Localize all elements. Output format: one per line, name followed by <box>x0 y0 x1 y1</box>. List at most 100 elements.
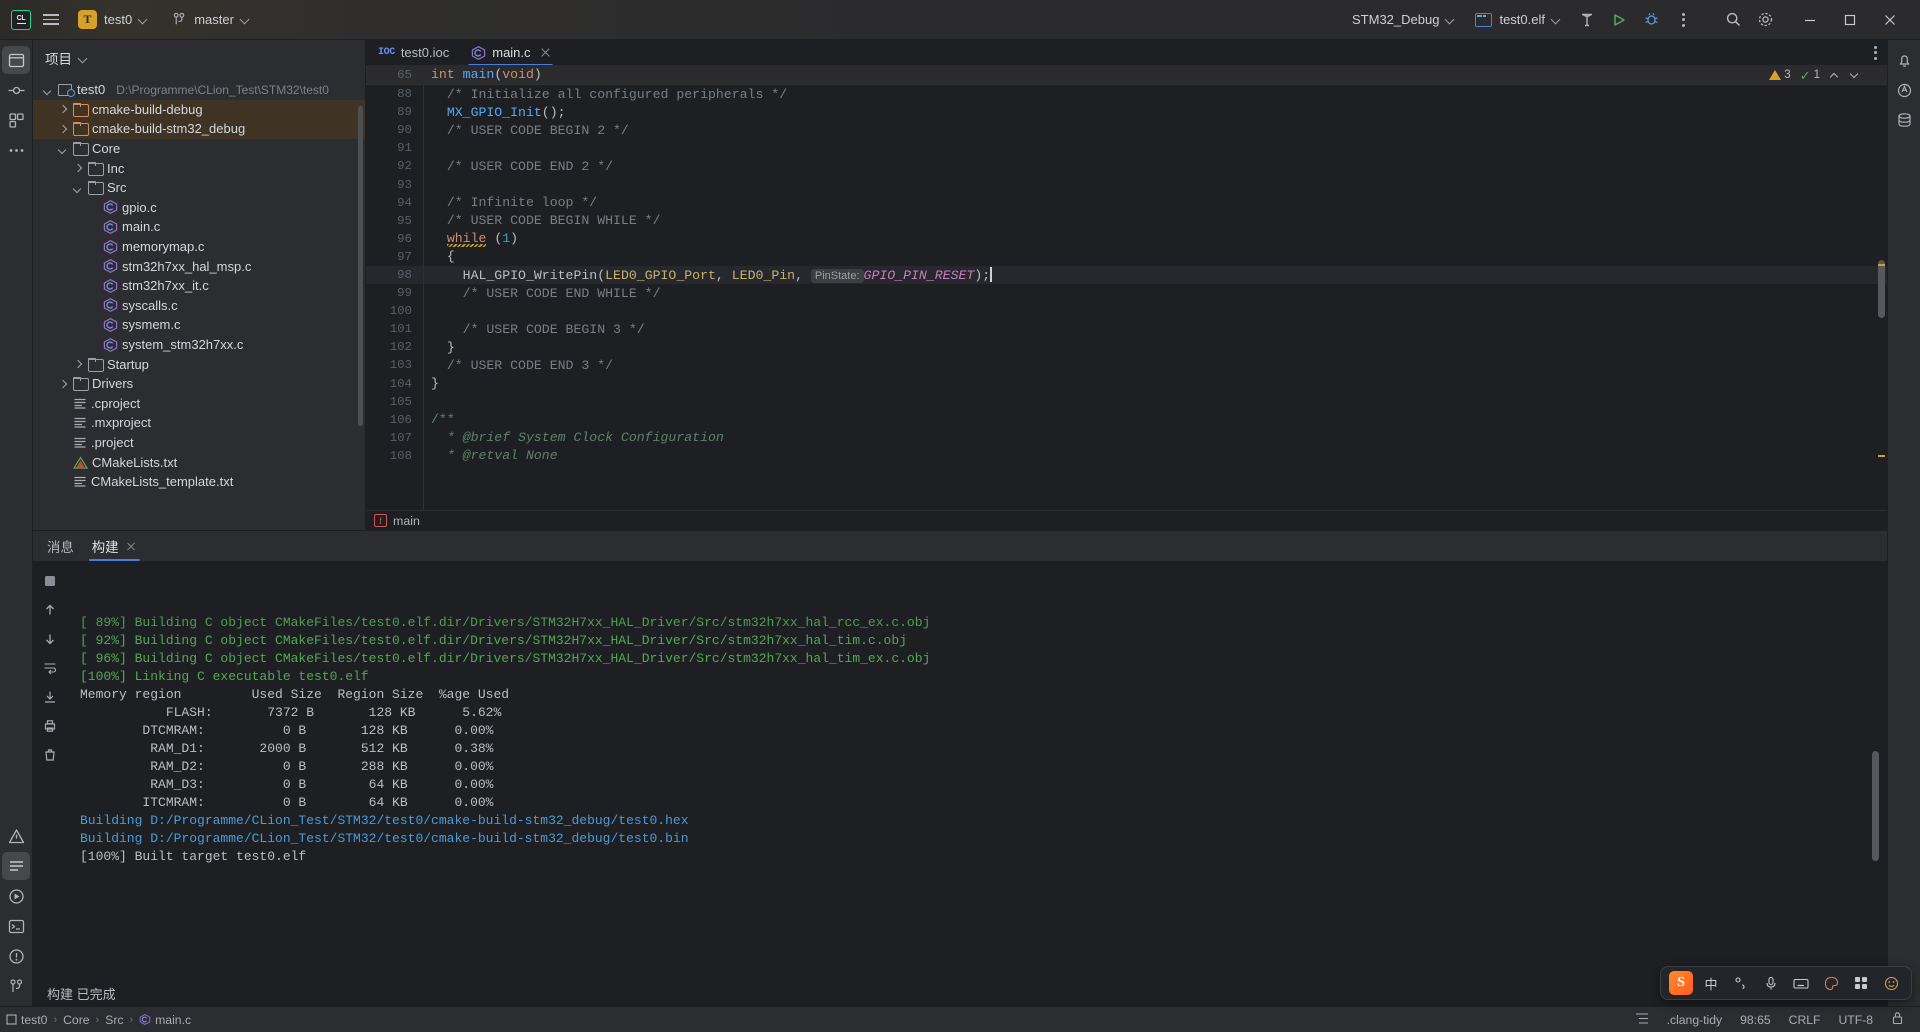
status-line-separator[interactable]: CRLF <box>1783 1011 1827 1029</box>
code-line[interactable]: 101 /* USER CODE BEGIN 3 */ <box>366 320 1887 338</box>
check-count-group[interactable]: ✓ 1 <box>1800 69 1820 82</box>
console-scrollbar-thumb[interactable] <box>1872 751 1879 861</box>
tree-item[interactable]: Drivers <box>33 374 365 394</box>
previous-occurrence-icon[interactable] <box>38 598 62 622</box>
more-tool-windows-icon[interactable] <box>2 136 30 164</box>
build-tool-icon[interactable] <box>2 852 30 880</box>
code-line[interactable]: 98 HAL_GPIO_WritePin(LED0_GPIO_Port, LED… <box>366 265 1887 285</box>
status-indent-icon[interactable] <box>1629 1010 1655 1030</box>
main-menu-icon[interactable] <box>36 5 66 35</box>
commit-tool-icon[interactable] <box>2 76 30 104</box>
tree-item[interactable]: gpio.c <box>33 198 365 218</box>
tree-item[interactable]: Startup <box>33 354 365 374</box>
version-control-tool-icon[interactable] <box>2 972 30 1000</box>
run-tool-icon[interactable] <box>2 882 30 910</box>
chevron-right-icon[interactable] <box>71 162 84 175</box>
build-target-selector[interactable]: test0.elf <box>1466 8 1570 31</box>
editor-tab-test0-ioc[interactable]: IOC test0.ioc <box>366 40 459 65</box>
tree-item[interactable]: cmake-build-debug <box>33 99 365 120</box>
ime-smiley-icon[interactable] <box>1877 970 1905 996</box>
tree-item[interactable]: .mxproject <box>33 413 365 433</box>
tree-item[interactable]: Inc <box>33 158 365 178</box>
warning-count-group[interactable]: 3 <box>1769 69 1791 81</box>
chevron-down-icon[interactable] <box>71 181 84 194</box>
code-line[interactable]: 103 /* USER CODE END 3 */ <box>366 356 1887 374</box>
window-minimize-button[interactable] <box>1790 2 1830 38</box>
tree-item[interactable]: .project <box>33 433 365 453</box>
status-breadcrumb-item[interactable]: main.c <box>139 1013 191 1027</box>
structure-tool-icon[interactable] <box>2 106 30 134</box>
chevron-right-icon[interactable] <box>71 358 84 371</box>
code-line[interactable]: 94 /* Infinite loop */ <box>366 194 1887 212</box>
code-line[interactable]: 104} <box>366 375 1887 393</box>
run-configuration-selector[interactable]: STM32_Debug <box>1343 8 1464 31</box>
chevron-right-icon[interactable] <box>56 103 69 116</box>
ime-palette-icon[interactable] <box>1817 970 1845 996</box>
ime-punctuation-icon[interactable] <box>1727 970 1755 996</box>
editor-warning-marker[interactable] <box>1878 455 1885 457</box>
code-editor[interactable]: 88 /* Initialize all configured peripher… <box>366 85 1887 510</box>
ai-assistant-icon[interactable] <box>1890 76 1918 104</box>
print-icon[interactable] <box>38 714 62 738</box>
status-breadcrumb[interactable]: test0 › Core › Src › main.c <box>6 1013 191 1027</box>
tree-item[interactable]: .cproject <box>33 394 365 414</box>
tree-item[interactable]: test0 D:\Programme\CLion_Test\STM32\test0 <box>33 80 365 100</box>
build-console-output[interactable]: [ 89%] Building C object CMakeFiles/test… <box>66 561 1887 980</box>
tree-item[interactable]: cmake-build-stm32_debug <box>33 119 365 139</box>
window-maximize-button[interactable] <box>1830 2 1870 38</box>
code-line[interactable]: 108 * @retval None <box>366 447 1887 465</box>
code-line[interactable]: 97 { <box>366 248 1887 266</box>
code-line[interactable]: 95 /* USER CODE BEGIN WHILE */ <box>366 212 1887 230</box>
tree-item[interactable]: Src <box>33 178 365 198</box>
code-line[interactable]: 105 <box>366 393 1887 411</box>
status-breadcrumb-item[interactable]: Core <box>63 1013 89 1027</box>
build-hammer-icon[interactable] <box>1572 5 1602 35</box>
code-line[interactable]: 100 <box>366 302 1887 320</box>
ime-keyboard-icon[interactable] <box>1787 970 1815 996</box>
ime-language-mode[interactable]: 中 <box>1697 970 1725 996</box>
tree-item[interactable]: stm32h7xx_hal_msp.c <box>33 256 365 276</box>
status-encoding[interactable]: UTF-8 <box>1832 1011 1879 1029</box>
search-icon[interactable] <box>1718 5 1748 35</box>
tree-item[interactable]: syscalls.c <box>33 296 365 316</box>
bottom-tab-build[interactable]: 构建 <box>88 531 140 561</box>
clear-all-icon[interactable] <box>38 743 62 767</box>
tree-item[interactable]: system_stm32h7xx.c <box>33 335 365 355</box>
project-selector[interactable]: T test0 <box>70 6 156 33</box>
tree-item[interactable]: memorymap.c <box>33 237 365 257</box>
close-icon[interactable] <box>539 46 552 59</box>
project-tool-icon[interactable] <box>2 46 30 74</box>
editor-warning-marker[interactable] <box>1878 264 1885 266</box>
problems-tool-icon[interactable] <box>2 822 30 850</box>
branch-selector[interactable]: master <box>164 8 258 31</box>
code-line[interactable]: 96 while (1) <box>366 230 1887 248</box>
notifications-bell-icon[interactable] <box>1890 46 1918 74</box>
run-icon[interactable] <box>1604 5 1634 35</box>
tree-item[interactable]: main.c <box>33 217 365 237</box>
project-panel-header[interactable]: 项目 <box>33 40 365 76</box>
code-line[interactable]: 99 /* USER CODE END WHILE */ <box>366 284 1887 302</box>
clion-logo-icon[interactable]: CL <box>6 5 36 35</box>
chevron-down-icon[interactable] <box>41 83 54 96</box>
chevron-right-icon[interactable] <box>56 122 69 135</box>
bottom-tab-messages[interactable]: 消息 <box>47 531 74 561</box>
code-line[interactable]: 93 <box>366 175 1887 193</box>
scroll-to-end-icon[interactable] <box>38 685 62 709</box>
project-panel-scrollbar[interactable] <box>358 106 363 426</box>
tree-item[interactable]: CMakeLists.txt <box>33 452 365 472</box>
tree-item[interactable]: CMakeLists_template.txt <box>33 472 365 492</box>
status-caret-position[interactable]: 98:65 <box>1734 1011 1777 1029</box>
debug-icon[interactable] <box>1636 5 1666 35</box>
code-line[interactable]: 89 MX_GPIO_Init(); <box>366 103 1887 121</box>
editor-scrollbar-thumb[interactable] <box>1878 260 1885 318</box>
code-line[interactable]: 106 /** <box>366 411 1887 429</box>
status-lock-icon[interactable] <box>1885 1009 1910 1030</box>
code-line[interactable]: 91 <box>366 139 1887 157</box>
database-icon[interactable] <box>1890 106 1918 134</box>
next-occurrence-icon[interactable] <box>38 627 62 651</box>
editor-scrollbar[interactable] <box>1877 85 1886 510</box>
ime-apps-icon[interactable] <box>1847 970 1875 996</box>
next-problem-icon[interactable] <box>1849 70 1860 81</box>
status-breadcrumb-item[interactable]: Src <box>105 1013 123 1027</box>
code-line[interactable]: 92 /* USER CODE END 2 */ <box>366 157 1887 175</box>
